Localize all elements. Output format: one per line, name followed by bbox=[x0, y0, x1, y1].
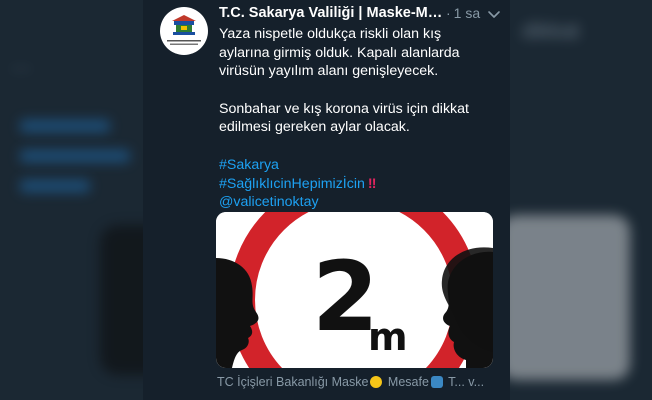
blurred-background-left: … bbox=[0, 0, 143, 400]
sign-unit: m bbox=[368, 315, 408, 359]
tweet-header: T.C. Sakarya Valiliği | Maske-Me... · 1 … bbox=[219, 4, 504, 22]
tweet-line: Yaza nispetle oldukça riskli olan kış bbox=[219, 26, 442, 42]
author-name[interactable]: T.C. Sakarya Valiliği | Maske-Me... bbox=[219, 5, 444, 21]
blurred-media bbox=[100, 225, 143, 375]
blurred-link-line bbox=[20, 180, 90, 192]
separator-dot: · bbox=[446, 5, 451, 21]
card-text: Mesafe bbox=[384, 375, 429, 389]
avatar-emblem bbox=[172, 15, 196, 35]
avatar[interactable] bbox=[160, 7, 208, 55]
link-card-caption[interactable]: TC İçişleri Bakanlığı Maske Mesafe T... … bbox=[217, 375, 502, 389]
grimace-emoji-icon bbox=[370, 376, 383, 388]
blurred-background-right: dikkat bbox=[510, 0, 652, 400]
tweet-line: edilmesi gereken aylar olacak. bbox=[219, 119, 410, 136]
card-text: T... v... bbox=[444, 375, 485, 389]
mention-link[interactable]: @valicetinoktay bbox=[219, 194, 319, 210]
left-right-arrow-icon bbox=[430, 376, 443, 388]
tweet-line: Sonbahar ve kış korona virüs için dikkat bbox=[219, 100, 469, 117]
blurred-link-line bbox=[20, 120, 110, 132]
hashtag-link[interactable]: #SağlıklıcinHepimizİcin bbox=[219, 176, 365, 192]
tweet-image[interactable]: 2 m bbox=[216, 212, 493, 368]
blurred-media bbox=[510, 215, 630, 380]
timestamp[interactable]: 1 sa bbox=[454, 5, 480, 21]
tweet-line: aylarına girmiş olduk. Kapalı alanlarda bbox=[219, 44, 460, 61]
tweet-line: virüsün yayılım alanı genişleyecek. bbox=[219, 63, 439, 80]
blurred-text: … bbox=[10, 50, 32, 75]
blurred-link-line bbox=[20, 150, 130, 162]
avatar-caption bbox=[167, 40, 201, 45]
hashtag-link[interactable]: #Sakarya bbox=[219, 157, 279, 173]
double-exclamation-icon: ‼ bbox=[367, 175, 377, 192]
card-text: TC İçişleri Bakanlığı Maske bbox=[217, 375, 369, 389]
tweet-text: Yaza nispetle oldukça riskli olan kış ay… bbox=[219, 25, 499, 212]
tweet[interactable]: T.C. Sakarya Valiliği | Maske-Me... · 1 … bbox=[143, 0, 510, 400]
blurred-text: dikkat bbox=[522, 18, 580, 43]
caret-down-icon[interactable] bbox=[486, 6, 502, 22]
distance-sign-image: 2 m bbox=[216, 212, 493, 368]
